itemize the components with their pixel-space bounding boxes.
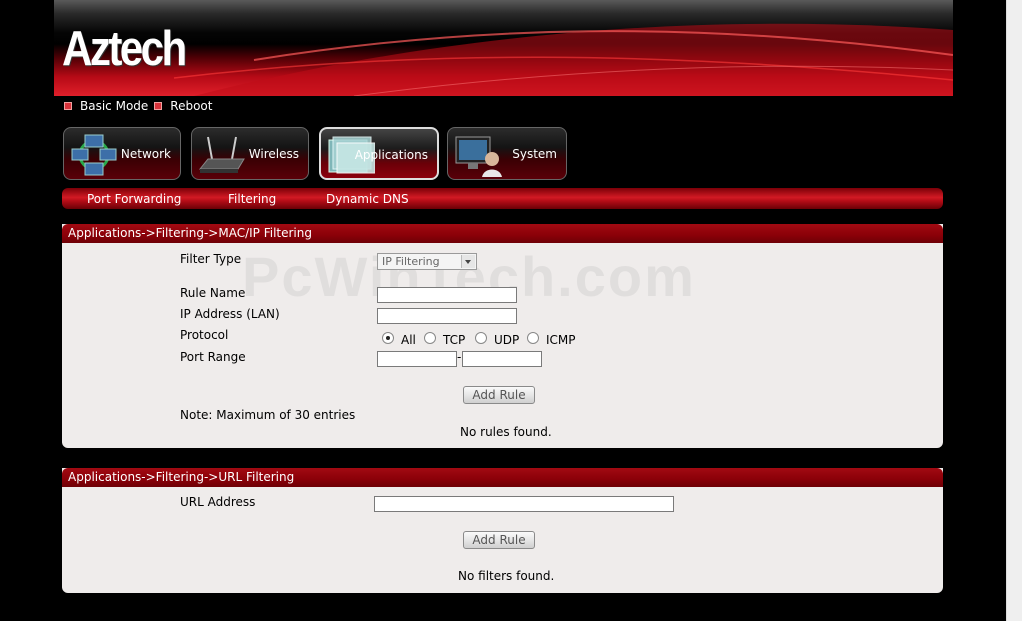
mac-ip-filtering-panel: Applications->Filtering->MAC/IP Filterin…	[62, 224, 943, 448]
sub-navigation-bar: Port Forwarding Filtering Dynamic DNS	[62, 188, 943, 209]
rule-name-input[interactable]	[377, 287, 517, 303]
header-banner: Aztech	[54, 0, 953, 96]
port-range-separator: -	[457, 350, 462, 364]
protocol-tcp-label: TCP	[443, 333, 466, 347]
top-links: Basic Mode Reboot	[64, 98, 218, 114]
mac-ip-panel-title: Applications->Filtering->MAC/IP Filterin…	[62, 224, 943, 243]
port-range-end-input[interactable]	[462, 351, 542, 367]
rule-name-label: Rule Name	[180, 286, 246, 300]
nav-network-button[interactable]: Network	[63, 127, 181, 180]
protocol-icmp-label: ICMP	[546, 333, 576, 347]
reboot-link[interactable]: Reboot	[170, 99, 212, 113]
protocol-udp-radio[interactable]	[475, 332, 487, 344]
subnav-port-forwarding[interactable]: Port Forwarding	[87, 192, 181, 206]
network-icon	[71, 134, 117, 176]
ip-address-input[interactable]	[377, 308, 517, 324]
banner-swoosh-graphic	[173, 23, 953, 96]
port-range-label: Port Range	[180, 350, 246, 364]
url-panel-title: Applications->Filtering->URL Filtering	[62, 468, 943, 487]
nav-wireless-button[interactable]: Wireless	[191, 127, 309, 180]
chevron-down-icon	[461, 255, 475, 268]
filter-type-value: IP Filtering	[382, 255, 440, 268]
nav-applications-button[interactable]: Applications	[319, 127, 439, 180]
protocol-udp-label: UDP	[494, 333, 520, 347]
nav-applications-label: Applications	[354, 148, 428, 162]
nav-network-label: Network	[120, 147, 171, 161]
url-filtering-panel: Applications->Filtering->URL Filtering U…	[62, 468, 943, 593]
protocol-icmp-radio[interactable]	[527, 332, 539, 344]
ip-address-label: IP Address (LAN)	[180, 307, 280, 321]
add-url-rule-button[interactable]: Add Rule	[463, 531, 535, 549]
filter-type-select[interactable]: IP Filtering	[377, 253, 477, 270]
vertical-scrollbar[interactable]	[1006, 0, 1022, 621]
nav-system-label: System	[512, 147, 557, 161]
subnav-dynamic-dns[interactable]: Dynamic DNS	[326, 192, 409, 206]
no-rules-text: No rules found.	[460, 425, 552, 439]
aztech-logo: Aztech	[62, 22, 187, 76]
protocol-all-label: All	[401, 333, 416, 347]
nav-system-button[interactable]: System	[447, 127, 567, 180]
subnav-filtering[interactable]: Filtering	[228, 192, 276, 206]
basic-mode-link[interactable]: Basic Mode	[80, 99, 148, 113]
router-icon	[198, 136, 245, 173]
nav-wireless-label: Wireless	[248, 147, 299, 161]
filter-type-label: Filter Type	[180, 252, 242, 266]
max-entries-note: Note: Maximum of 30 entries	[180, 408, 356, 422]
protocol-label: Protocol	[180, 328, 229, 342]
protocol-all-radio[interactable]	[382, 332, 394, 344]
add-rule-button[interactable]: Add Rule	[463, 386, 535, 404]
bullet-icon	[64, 102, 72, 110]
port-range-start-input[interactable]	[377, 351, 457, 367]
protocol-tcp-radio[interactable]	[424, 332, 436, 344]
url-address-label: URL Address	[180, 495, 256, 509]
url-address-input[interactable]	[374, 496, 674, 512]
system-icon	[455, 136, 502, 177]
no-filters-text: No filters found.	[458, 569, 555, 583]
bullet-icon	[154, 102, 163, 110]
